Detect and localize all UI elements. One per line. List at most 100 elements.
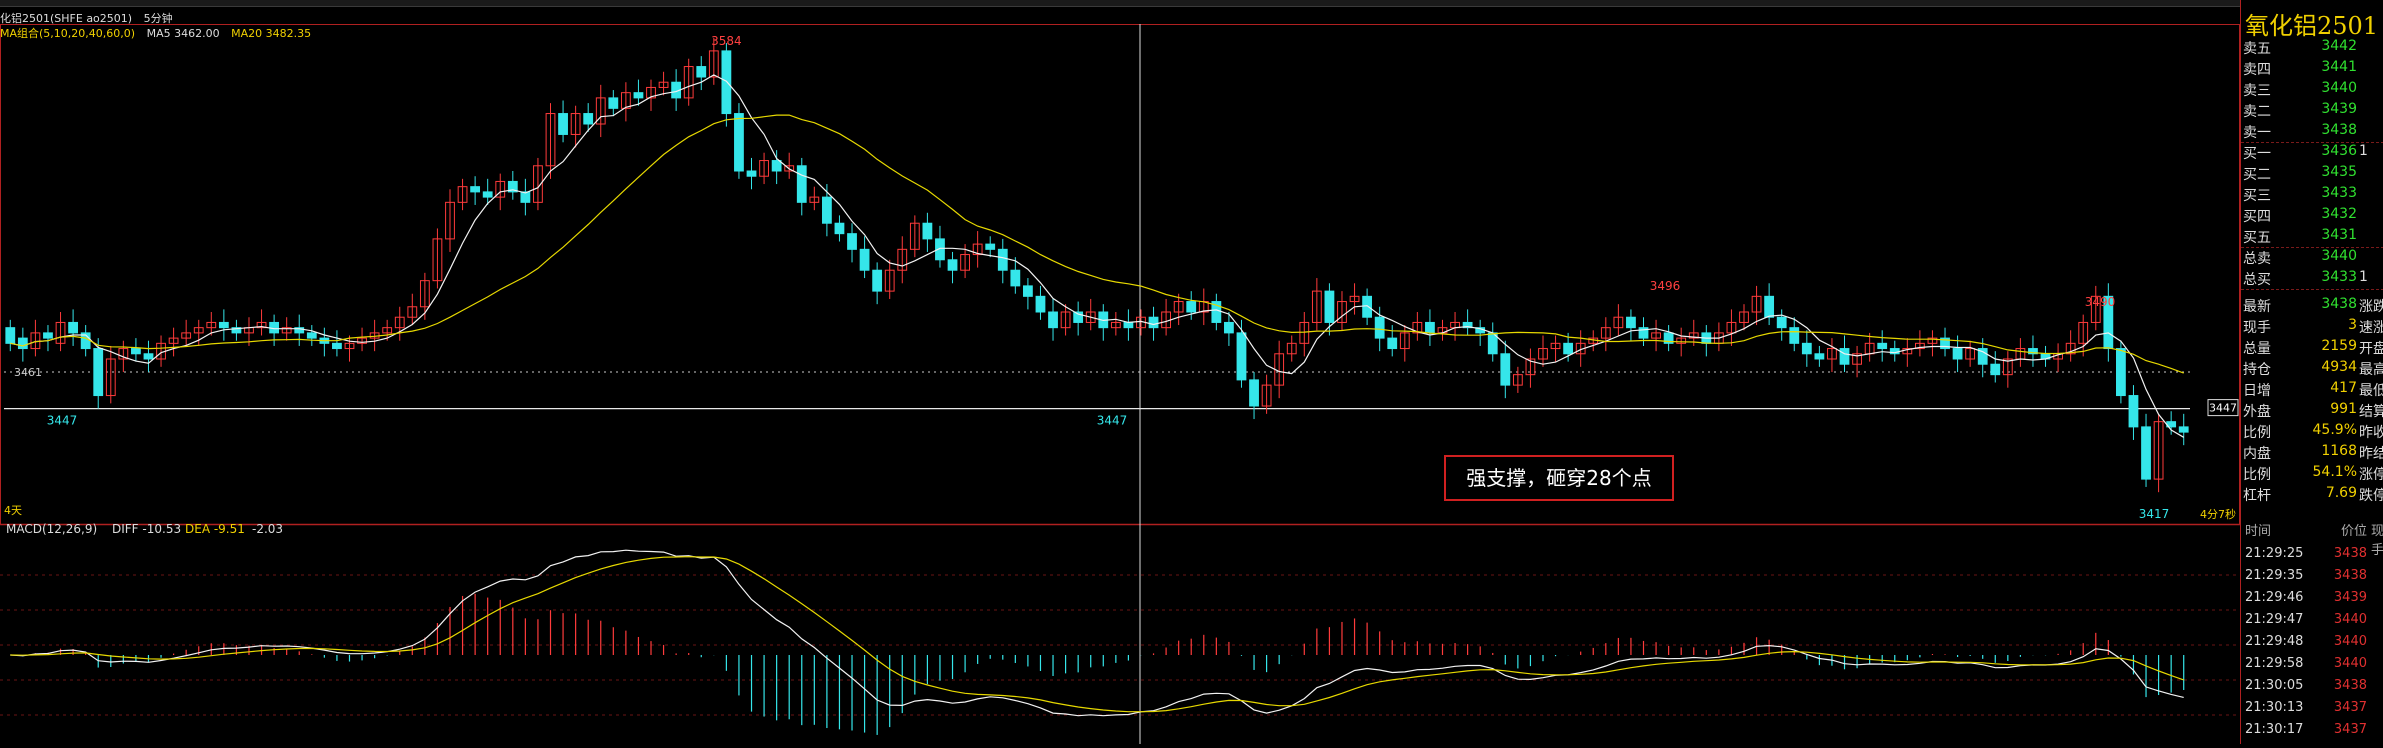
ma-group-label[interactable]: MA组合(5,10,20,40,60,0)	[0, 27, 135, 40]
symbol-label[interactable]: 化铝2501(SHFE ao2501)	[0, 12, 132, 25]
candle-body[interactable]	[2141, 426, 2151, 480]
candle-body[interactable]	[734, 113, 744, 172]
candle-body[interactable]	[1249, 379, 1259, 407]
candle-body[interactable]	[947, 259, 958, 271]
tick-row[interactable]: 21:30:05 3438	[2241, 678, 2383, 702]
candle-body[interactable]	[306, 332, 317, 339]
ask-row-1[interactable]: 卖一 3438	[2241, 122, 2383, 143]
candle-body[interactable]	[583, 113, 594, 125]
candle-body[interactable]	[859, 248, 870, 271]
candle-body[interactable]	[821, 196, 832, 224]
chart-canvas[interactable]: 3584 3447 3447 3496 3490 3417 4天 4分7秒 3461 3447 MA…	[0, 0, 2240, 744]
kline-chart[interactable]: 3584 3447 3447 3496 3490 3417 4天 4分7秒 3461 3447 MA…	[0, 0, 2240, 744]
candle-body[interactable]	[1010, 269, 1021, 287]
candle-body[interactable]	[558, 113, 568, 135]
tick-row[interactable]: 21:29:47 3440	[2241, 612, 2383, 636]
tick-row[interactable]: 21:29:58 3440	[2241, 656, 2383, 680]
candle-body[interactable]	[218, 321, 229, 329]
candle-body[interactable]	[1952, 348, 1963, 360]
bid-row-2[interactable]: 买二 3435	[2241, 164, 2383, 185]
ask-row-2[interactable]: 卖二 3439	[2241, 101, 2383, 122]
candle-body[interactable]	[1186, 301, 1197, 313]
total-row-2[interactable]: 总买 3433 1	[2241, 269, 2383, 290]
candle-body[interactable]	[1789, 327, 1800, 344]
total-row-1[interactable]: 总卖 3440	[2241, 248, 2383, 269]
stat-row-10[interactable]: 杠杆 7.69 跌停	[2241, 485, 2383, 506]
candle-body[interactable]	[2116, 348, 2126, 397]
candle-body[interactable]	[997, 248, 1008, 271]
candle-body[interactable]	[1877, 342, 1888, 350]
candle-body[interactable]	[1048, 311, 1058, 329]
stat-row-8[interactable]: 内盘 1168 昨结	[2241, 443, 2383, 464]
candle-body[interactable]	[633, 92, 644, 99]
ask-row-3[interactable]: 卖三 3440	[2241, 80, 2383, 101]
candle-body[interactable]	[834, 222, 845, 235]
candle-body[interactable]	[1776, 316, 1787, 329]
bid-row-4[interactable]: 买四 3432	[2241, 206, 2383, 227]
candle-body[interactable]	[1990, 363, 2001, 376]
stat-row-2[interactable]: 现手 3 速涨	[2241, 317, 2383, 338]
candle-body[interactable]	[470, 186, 481, 193]
candle-body[interactable]	[1387, 337, 1398, 350]
stat-row-3[interactable]: 总量 2159 开盘	[2241, 338, 2383, 359]
candle-body[interactable]	[68, 321, 78, 334]
candle-body[interactable]	[985, 243, 996, 250]
candle-body[interactable]	[1764, 295, 1775, 318]
candle-body[interactable]	[43, 332, 53, 339]
candle-body[interactable]	[1035, 295, 1046, 313]
candle-body[interactable]	[1374, 316, 1385, 339]
stat-row-4[interactable]: 持仓 4934 最高	[2241, 359, 2383, 380]
tick-row[interactable]: 21:29:48 3440	[2241, 634, 2383, 658]
candle-body[interactable]	[872, 269, 883, 292]
candle-body[interactable]	[1801, 342, 1812, 355]
stat-row-1[interactable]: 最新 3438 涨跌	[2241, 296, 2383, 317]
tick-row[interactable]: 21:30:17 3437	[2241, 722, 2383, 746]
candle-body[interactable]	[2128, 395, 2139, 428]
period-label[interactable]: 5分钟	[144, 12, 173, 25]
stat-row-5[interactable]: 日增 417 最低	[2241, 380, 2383, 401]
stat-row-6[interactable]: 外盘 991 结算	[2241, 401, 2383, 422]
candle-body[interactable]	[1425, 321, 1435, 334]
candle-body[interactable]	[131, 348, 141, 355]
candle-body[interactable]	[1236, 332, 1247, 381]
candle-body[interactable]	[332, 342, 342, 350]
ask-row-5[interactable]: 卖五 3442	[2241, 38, 2383, 59]
candle-body[interactable]	[1500, 353, 1511, 386]
candle-body[interactable]	[1023, 285, 1033, 297]
tick-row[interactable]: 21:29:46 3439	[2241, 590, 2383, 614]
candle-body[interactable]	[143, 353, 154, 360]
candle-body[interactable]	[5, 327, 16, 344]
candle-body[interactable]	[482, 191, 493, 198]
candle-body[interactable]	[1148, 316, 1159, 329]
candle-body[interactable]	[2178, 426, 2189, 433]
candle-body[interactable]	[93, 348, 104, 397]
candle-body[interactable]	[771, 160, 782, 172]
candle-body[interactable]	[796, 165, 807, 203]
tick-row[interactable]: 21:29:35 3438	[2241, 568, 2383, 592]
candle-body[interactable]	[17, 337, 28, 350]
candle-body[interactable]	[721, 50, 732, 115]
tick-row[interactable]: 21:29:25 3438	[2241, 546, 2383, 570]
bid-row-3[interactable]: 买三 3433	[2241, 185, 2383, 206]
candle-body[interactable]	[1362, 295, 1373, 318]
candle-body[interactable]	[1123, 321, 1134, 329]
candle-body[interactable]	[696, 66, 707, 78]
candle-body[interactable]	[1814, 353, 1825, 360]
bid-row-5[interactable]: 买五 3431	[2241, 227, 2383, 248]
stat-row-9[interactable]: 比例 54.1% 涨停	[2241, 464, 2383, 485]
ask-row-4[interactable]: 卖四 3441	[2241, 59, 2383, 80]
candle-body[interactable]	[1839, 348, 1850, 365]
candle-body[interactable]	[922, 222, 933, 240]
candle-body[interactable]	[847, 233, 857, 250]
candle-body[interactable]	[1626, 316, 1636, 329]
bid-row-1[interactable]: 买一 3436 1	[2241, 143, 2383, 164]
support-annotation[interactable]: 强支撑，砸穿28个点	[1444, 455, 1674, 501]
candle-body[interactable]	[746, 170, 757, 177]
tick-row[interactable]: 21:30:13 3437	[2241, 700, 2383, 724]
candle-body[interactable]	[608, 97, 619, 109]
bid-row-5-label: 买五	[2243, 230, 2271, 246]
candle-body[interactable]	[1324, 290, 1335, 323]
candle-body[interactable]	[1224, 321, 1234, 334]
stat-row-7[interactable]: 比例 45.9% 昨收	[2241, 422, 2383, 443]
candle-body[interactable]	[1563, 342, 1574, 355]
